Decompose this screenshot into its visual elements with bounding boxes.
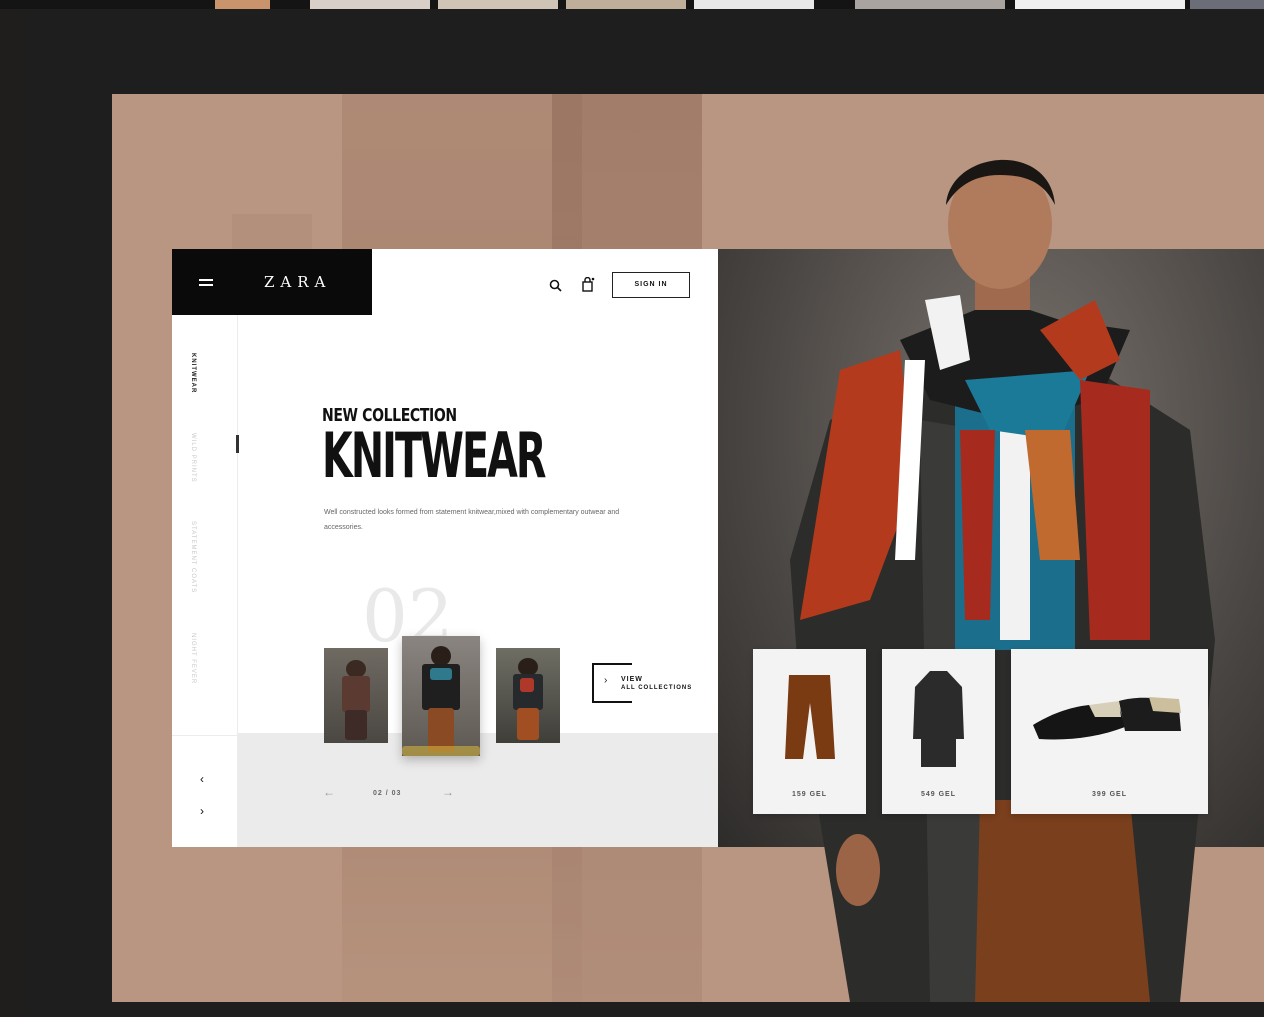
collection-thumbnail[interactable] <box>324 648 388 743</box>
strip-thumb <box>310 0 430 9</box>
product-card[interactable]: 549 GEL <box>882 649 995 814</box>
strip-thumb <box>855 0 1005 9</box>
sidebar-item-wild-prints[interactable]: WILD PRINTS <box>190 433 196 483</box>
thumb-figure <box>402 746 480 756</box>
search-icon[interactable] <box>549 279 562 292</box>
strip-thumb <box>215 0 270 9</box>
thumb-figure <box>431 646 451 666</box>
view-all-label: VIEW <box>621 676 643 683</box>
sidebar-item-knitwear[interactable]: KNITWEAR <box>190 353 196 393</box>
thumb-figure <box>345 710 367 740</box>
arrow-right-icon[interactable]: → <box>442 785 454 799</box>
thumb-figure <box>430 668 452 680</box>
product-card[interactable]: 159 GEL <box>753 649 866 814</box>
bag-icon[interactable] <box>581 277 595 292</box>
thumb-figure <box>520 678 534 692</box>
chevron-right-icon: › <box>604 675 608 686</box>
chevron-right-icon[interactable]: › <box>200 804 204 818</box>
brand-logo[interactable]: ZARA <box>264 273 331 291</box>
hero-description: Well constructed looks formed from state… <box>324 509 620 531</box>
thumb-figure <box>342 676 370 712</box>
product-price: 159 GEL <box>791 791 827 798</box>
thumb-figure <box>517 708 539 740</box>
sign-in-button[interactable]: SIGN IN <box>612 272 690 298</box>
product-price: 399 GEL <box>1091 791 1127 798</box>
arrow-left-icon[interactable]: ← <box>323 785 335 799</box>
header-logo-box: ZARA <box>172 249 372 315</box>
collection-thumbnail-active[interactable] <box>402 636 480 756</box>
chevron-left-icon[interactable]: ‹ <box>200 772 204 786</box>
strip-thumb <box>438 0 558 9</box>
strip-thumb <box>566 0 686 9</box>
view-all-frame <box>592 663 632 703</box>
sidebar-arrows: ‹ › <box>172 735 237 848</box>
coat-image <box>913 671 964 767</box>
strip-thumb <box>1190 0 1264 9</box>
sidebar: KNITWEAR WILD PRINTS STATEMENT COATS NIG… <box>172 315 239 848</box>
app-card: ZARA SIGN IN KNITWEAR WILD PRINTS STATEM… <box>172 249 718 847</box>
hero-title: KNITWEAR <box>322 419 546 492</box>
strip-thumb <box>1015 0 1185 9</box>
active-indicator <box>236 435 239 453</box>
strip-thumb <box>694 0 814 9</box>
view-all-collections-button[interactable]: › VIEW ALL COLLECTIONS <box>592 663 702 705</box>
shoes-image <box>1033 697 1181 740</box>
thumbnail-strip <box>0 0 1264 9</box>
sidebar-item-night-fever[interactable]: NIGHT FEVER <box>190 633 196 684</box>
view-all-sublabel: ALL COLLECTIONS <box>621 685 693 691</box>
product-card[interactable]: 399 GEL <box>1011 649 1208 814</box>
collection-thumbnail[interactable] <box>496 648 560 743</box>
trousers-image <box>785 675 835 759</box>
menu-icon[interactable] <box>199 279 213 286</box>
product-price: 549 GEL <box>920 791 956 798</box>
pager-indicator: 02 / 03 <box>373 790 402 797</box>
sidebar-item-statement-coats[interactable]: STATEMENT COATS <box>190 521 196 593</box>
